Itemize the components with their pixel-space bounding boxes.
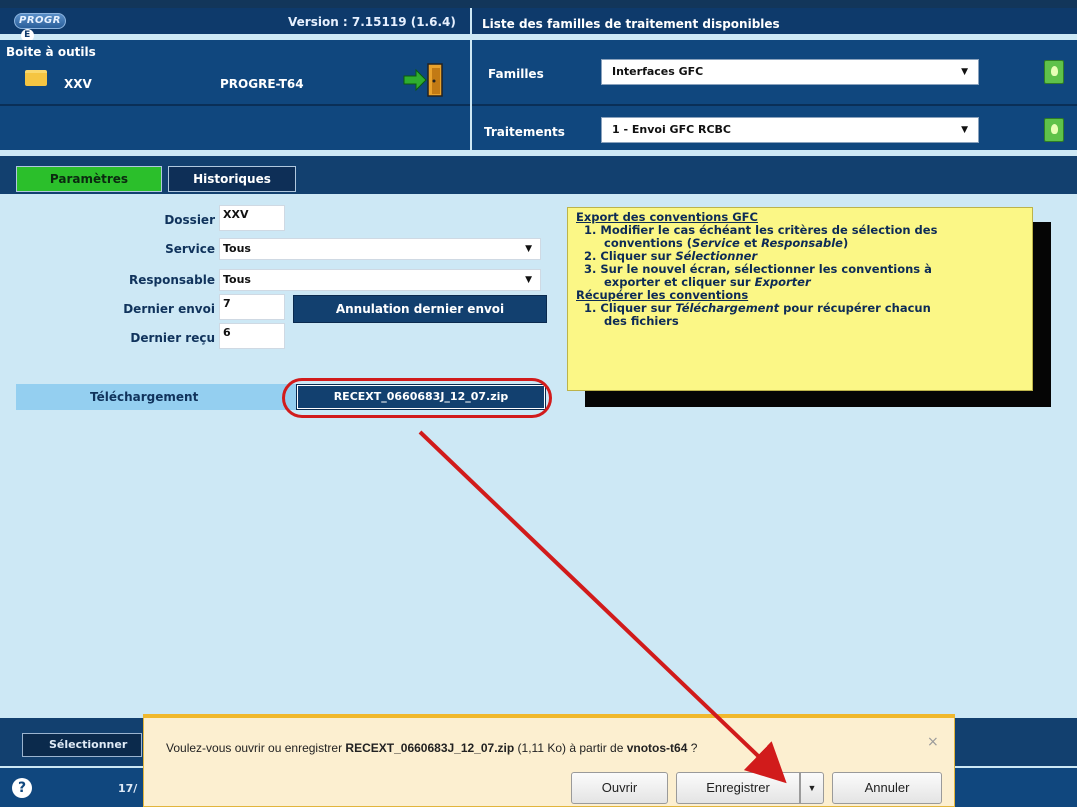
responsable-select[interactable]: Tous ▼ [219,269,541,291]
dossier-label: Dossier [164,213,215,227]
server-label: PROGRE-T64 [220,77,304,91]
toolbox-separator [0,104,470,106]
save-options-dropdown[interactable]: ▼ [800,772,824,804]
open-button[interactable]: Ouvrir [571,772,668,804]
dernier-envoi-label: Dernier envoi [123,302,215,316]
toolbox-title: Boite à outils [6,45,96,59]
chevron-down-icon: ▼ [961,125,968,135]
families-list-title: Liste des familles de traitement disponi… [482,17,780,31]
help-emphasis: Sélectionner [675,249,758,263]
chevron-down-icon: ▼ [961,67,968,77]
notification-text: Voulez-vous ouvrir ou enregistrer [166,741,346,755]
status-date: 17/ [118,782,138,795]
traitements-label: Traitements [484,125,565,139]
help-icon[interactable]: ? [12,778,32,798]
help-emphasis: Responsable [761,236,843,250]
help-step-text: Cliquer sur [600,249,676,263]
responsable-value: Tous [223,273,251,286]
traitements-select[interactable]: 1 - Envoi GFC RCBC ▼ [601,117,979,143]
traitements-value: 1 - Envoi GFC RCBC [612,123,731,136]
top-strip [0,0,1077,8]
familles-select[interactable]: Interfaces GFC ▼ [601,59,979,85]
help-emphasis: Service [692,236,740,250]
help-step-text: conventions ( [604,236,693,250]
notification-message: Voulez-vous ouvrir ou enregistrer RECEXT… [166,741,697,755]
folder-icon[interactable] [25,70,47,86]
annotation-highlight-ring [282,378,552,418]
chevron-down-icon: ▼ [525,244,532,254]
service-value: Tous [223,242,251,255]
notification-filename: RECEXT_0660683J_12_07.zip [345,741,515,755]
telechargement-label: Téléchargement [90,390,199,404]
service-label: Service [165,242,215,256]
help-step-text: Sur le nouvel écran, sélectionner les co… [600,262,932,276]
familles-value: Interfaces GFC [612,65,704,78]
chevron-down-icon: ▼ [525,275,532,285]
help-step-text: pour récupérer chacun [779,301,931,315]
lightbulb-icon[interactable] [1044,60,1064,84]
tab-historiques[interactable]: Historiques [168,166,296,192]
help-step-text: Cliquer sur [600,301,676,315]
notification-size: (1,11 Ko) à partir de [514,741,627,755]
cancel-button[interactable]: Annuler [832,772,942,804]
selectors-separator [472,104,1077,106]
exit-door-icon[interactable] [402,62,446,98]
dernier-recu-label: Dernier reçu [130,331,215,345]
help-step-text: et [739,236,762,250]
help-emphasis: Exporter [754,275,811,289]
familles-label: Familles [488,67,544,81]
responsable-label: Responsable [129,273,215,287]
help-note: Export des conventions GFC 1. Modifier l… [567,207,1033,391]
help-step-text: ) [842,236,849,250]
logo-text: PROGR [19,15,61,26]
lightbulb-icon[interactable] [1044,118,1064,142]
help-step-text: exporter et cliquer sur [604,275,755,289]
folder-label: XXV [64,77,92,91]
notification-host: vnotos-t64 [626,741,688,755]
save-button[interactable]: Enregistrer [676,772,800,804]
dernier-envoi-field[interactable]: 7 [219,294,285,320]
help-step: des fichiers [576,315,1024,328]
selectionner-button[interactable]: Sélectionner [22,733,142,757]
version-text: Version : 7.15119 (1.6.4) [288,15,456,29]
service-select[interactable]: Tous ▼ [219,238,541,260]
help-emphasis: Téléchargement [675,301,780,315]
close-icon[interactable]: × [927,734,939,750]
notification-text: ? [687,741,698,755]
help-step-text: Modifier le cas échéant les critères de … [600,223,938,237]
annulation-dernier-envoi-button[interactable]: Annulation dernier envoi [293,295,547,323]
dossier-field[interactable]: XXV [219,205,285,231]
dernier-recu-field[interactable]: 6 [219,323,285,349]
tab-parametres[interactable]: Paramètres [16,166,162,192]
app-logo: PROGRE [14,13,66,42]
help-step-text: des fichiers [604,314,679,328]
